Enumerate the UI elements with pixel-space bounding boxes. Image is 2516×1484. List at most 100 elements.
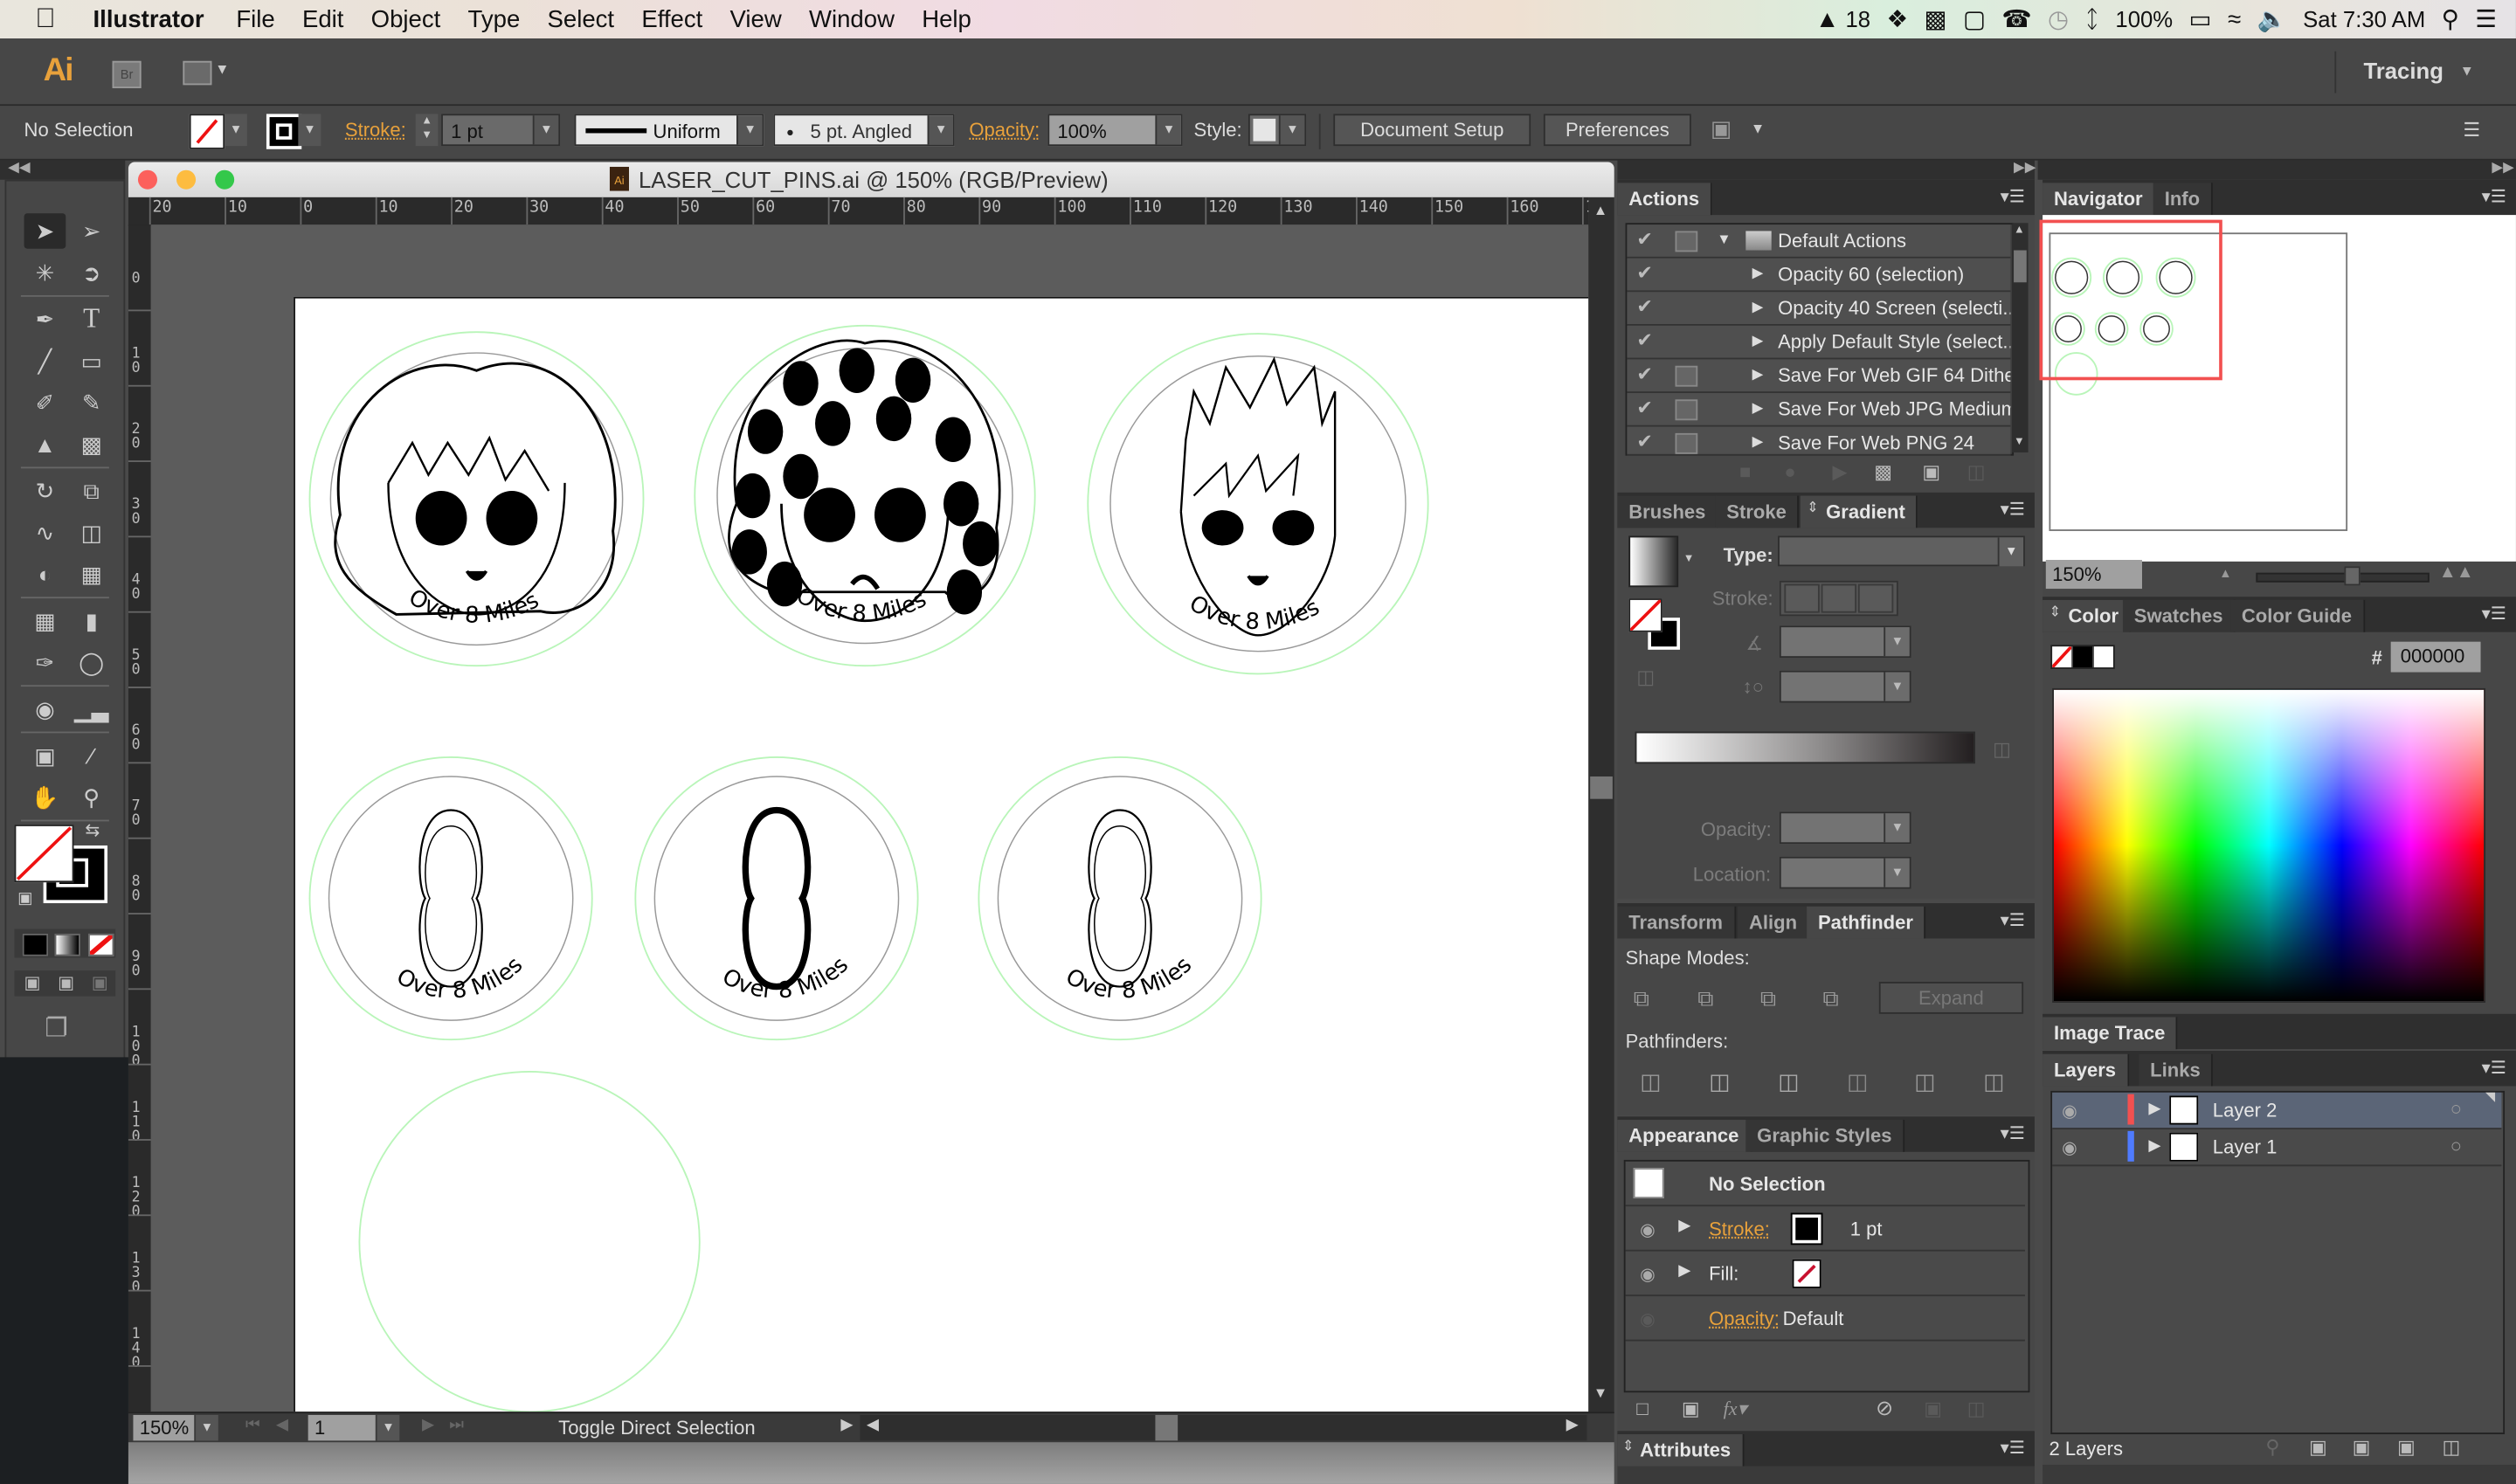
stroke-panel-link[interactable]: Stroke: bbox=[345, 119, 406, 141]
horizontal-scroll-thumb[interactable] bbox=[1155, 1414, 1179, 1441]
direct-selection-tool-icon[interactable]: ➢ bbox=[71, 213, 113, 248]
target-circle-icon[interactable]: ○ bbox=[2450, 1097, 2462, 1120]
brush-definition-dropdown[interactable]: ● 5 pt. Angled ▼ bbox=[773, 114, 955, 147]
tab-color-guide[interactable]: Color Guide bbox=[2230, 599, 2365, 632]
divide-icon[interactable]: ◫ bbox=[1640, 1068, 1661, 1095]
scroll-up-icon[interactable]: ▲ bbox=[1593, 202, 1607, 217]
panel-options-icon[interactable]: ⇕ bbox=[1807, 499, 1819, 516]
minus-back-icon[interactable]: ◫ bbox=[1983, 1068, 2004, 1095]
action-row[interactable]: ✔ ▶ Save For Web JPG Medium bbox=[1627, 392, 2011, 427]
panel-menu-icon[interactable]: ▾☰ bbox=[2001, 186, 2025, 207]
gradient-within-stroke-button[interactable] bbox=[1784, 583, 1820, 613]
opacity-field[interactable]: 100% ▼ bbox=[1047, 114, 1183, 147]
apple-icon[interactable]:  bbox=[35, 3, 64, 36]
action-row[interactable]: ✔ ▶ Save For Web PNG 24 bbox=[1627, 426, 2011, 456]
viber-icon[interactable]: ☎ bbox=[2001, 5, 2031, 33]
gradient-tool-icon[interactable]: ▮ bbox=[71, 604, 113, 638]
create-new-layer-icon[interactable]: ▣ bbox=[2397, 1436, 2416, 1459]
slice-tool-icon[interactable]: ∕ bbox=[71, 738, 113, 773]
gradient-across-stroke-button[interactable] bbox=[1857, 583, 1894, 613]
tab-graphic-styles[interactable]: Graphic Styles bbox=[1745, 1120, 1905, 1152]
aspect-ratio-field[interactable]: ▼ bbox=[1779, 670, 1911, 703]
outline-icon[interactable]: ◫ bbox=[1914, 1068, 1935, 1095]
play-icon[interactable]: ▶ bbox=[1833, 460, 1848, 483]
arrange-dropdown-arrow-icon[interactable]: ▼ bbox=[215, 61, 229, 77]
workspace-switcher[interactable]: Tracing bbox=[2363, 58, 2443, 83]
stroke-weight-field[interactable]: 1 pt ▼ bbox=[441, 114, 561, 147]
change-screen-mode-icon[interactable]: ❐ bbox=[45, 1012, 67, 1045]
toggle-item-check-icon[interactable]: ✔ bbox=[1636, 329, 1652, 352]
menu-object[interactable]: Object bbox=[371, 5, 441, 32]
white-swatch[interactable] bbox=[2093, 646, 2113, 668]
stroke-attribute-link[interactable]: Stroke: bbox=[1709, 1218, 1770, 1240]
chevron-down-icon[interactable]: ▼ bbox=[532, 115, 559, 145]
tab-navigator[interactable]: Navigator bbox=[2043, 183, 2156, 216]
actions-scroll-thumb[interactable] bbox=[2014, 250, 2027, 283]
horizontal-ruler[interactable]: 20 10 0 10 20 30 40 50 60 70 80 90 100 110 120 130 140 15… bbox=[128, 197, 1614, 226]
action-row[interactable]: ✔ ▶ Opacity 40 Screen (selecti... bbox=[1627, 292, 2011, 326]
disclosure-closed-icon[interactable]: ▶ bbox=[1752, 366, 1764, 383]
workspace-dropdown-arrow-icon[interactable]: ▼ bbox=[2460, 63, 2474, 79]
volume-icon[interactable]: 🔈 bbox=[2257, 5, 2286, 33]
scroll-left-icon[interactable]: ◀ bbox=[867, 1417, 879, 1434]
create-sublayer-icon[interactable]: ▣ bbox=[2353, 1436, 2371, 1459]
chevron-down-icon[interactable]: ▼ bbox=[1884, 627, 1910, 657]
wifi-icon[interactable]: ≈ bbox=[2228, 5, 2241, 32]
selection-tool-icon[interactable]: ➤ bbox=[24, 213, 66, 249]
menu-effect[interactable]: Effect bbox=[641, 5, 702, 32]
gradient-slider[interactable] bbox=[1635, 731, 1975, 764]
layer-name[interactable]: Layer 2 bbox=[2213, 1099, 2278, 1122]
expand-button[interactable]: Expand bbox=[1878, 982, 2024, 1014]
pin-spiky-hair[interactable]: Over 8 Miles bbox=[1087, 333, 1429, 675]
tab-image-trace[interactable]: Image Trace bbox=[2043, 1017, 2179, 1050]
panel-options-icon[interactable]: ⇕ bbox=[2049, 604, 2061, 621]
vertical-ruler[interactable]: 0 10 20 30 40 50 60 70 80 90 100 110 120 130 140 bbox=[128, 224, 151, 1412]
fill-color-swatch[interactable] bbox=[1792, 1259, 1821, 1288]
spotlight-search-icon[interactable]: ⚲ bbox=[2442, 5, 2459, 33]
chevron-down-icon[interactable]: ▼ bbox=[1155, 115, 1181, 145]
artboard-number-field[interactable]: 1 bbox=[308, 1414, 376, 1441]
new-set-folder-icon[interactable]: ▩ bbox=[1874, 460, 1892, 483]
trash-icon[interactable]: ◫ bbox=[1967, 460, 1986, 483]
graphic-style-dropdown[interactable]: ▼ bbox=[1248, 114, 1307, 147]
visibility-eye-icon[interactable]: ◉ bbox=[1640, 1309, 1655, 1330]
opacity-panel-link[interactable]: Opacity: bbox=[969, 119, 1040, 141]
tab-appearance[interactable]: Appearance bbox=[1617, 1120, 1752, 1152]
stop-opacity-field[interactable]: ▼ bbox=[1779, 811, 1911, 845]
control-bar-menu-icon[interactable]: ☰ bbox=[2463, 119, 2480, 141]
disclosure-closed-icon[interactable]: ▶ bbox=[1752, 433, 1764, 451]
navigator-zoom-field[interactable]: 150% bbox=[2045, 560, 2142, 590]
tab-align[interactable]: Align bbox=[1738, 906, 1810, 939]
perspective-grid-tool-icon[interactable]: ▦ bbox=[71, 556, 113, 591]
fill-dropdown-arrow-icon[interactable]: ▼ bbox=[225, 114, 247, 147]
merge-icon[interactable]: ◫ bbox=[1778, 1068, 1799, 1095]
zoom-window-button[interactable] bbox=[215, 169, 235, 190]
tab-pathfinder[interactable]: Pathfinder bbox=[1807, 906, 1926, 939]
actions-scrollbar[interactable]: ▲ ▼ bbox=[2012, 223, 2029, 452]
time-machine-icon[interactable]: ◷ bbox=[2048, 5, 2069, 33]
arrange-documents-icon[interactable] bbox=[183, 60, 212, 86]
layer-name[interactable]: Layer 1 bbox=[2213, 1135, 2278, 1158]
gradient-preset-dropdown-icon[interactable]: ▼ bbox=[1683, 554, 1695, 565]
scroll-down-icon[interactable]: ▼ bbox=[2014, 437, 2025, 448]
type-tool-icon[interactable]: T bbox=[71, 301, 113, 336]
toggle-item-check-icon[interactable]: ✔ bbox=[1636, 261, 1652, 284]
hand-tool-icon[interactable]: ✋ bbox=[24, 780, 66, 815]
artboard[interactable]: Over 8 Miles Over 8 Miles Over 8 Miles Over… bbox=[294, 296, 1589, 1412]
chevron-down-icon[interactable]: ▼ bbox=[736, 115, 763, 145]
free-transform-tool-icon[interactable]: ◫ bbox=[71, 515, 113, 550]
vertical-scrollbar[interactable]: ▲ ▼ bbox=[1588, 197, 1614, 1412]
visibility-eye-icon[interactable]: ◉ bbox=[2062, 1101, 2077, 1122]
fill-color-box[interactable] bbox=[14, 825, 74, 883]
stroke-weight-value[interactable]: 1 pt bbox=[1850, 1218, 1883, 1240]
bluetooth-icon[interactable]: ᛨ bbox=[2084, 5, 2099, 32]
chevron-down-icon[interactable]: ▼ bbox=[927, 115, 953, 145]
disclosure-closed-icon[interactable]: ▶ bbox=[1752, 265, 1764, 282]
navigator-zoom-slider[interactable] bbox=[2256, 566, 2430, 586]
fill-swatch[interactable] bbox=[189, 114, 225, 149]
expand-panels-icon[interactable]: ▶▶ bbox=[2014, 159, 2036, 176]
column-graph-tool-icon[interactable]: ▁▃ bbox=[71, 692, 113, 727]
appearance-fill-row[interactable]: ◉ ▶ Fill: bbox=[1625, 1252, 2025, 1297]
vertical-scroll-thumb[interactable] bbox=[1590, 776, 1613, 799]
disclosure-closed-icon[interactable]: ▶ bbox=[2148, 1101, 2160, 1118]
